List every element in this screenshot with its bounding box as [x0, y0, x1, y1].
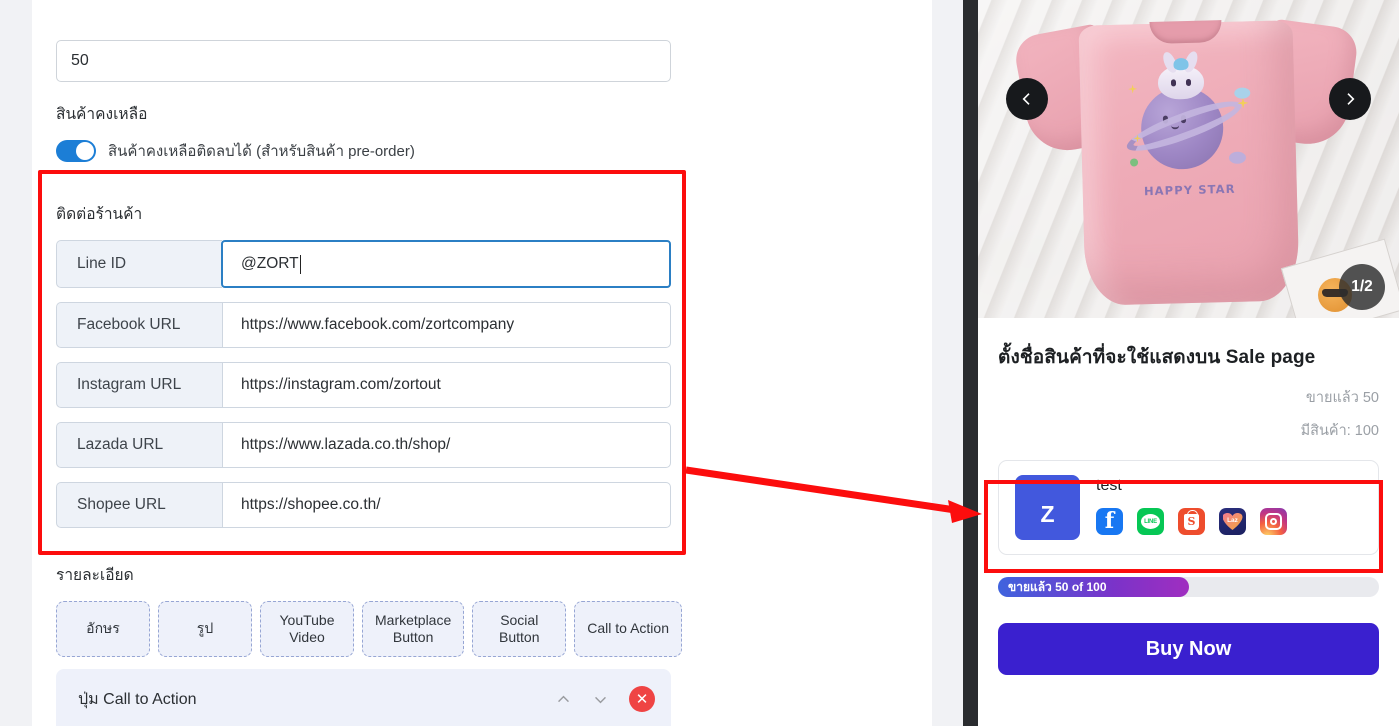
cloud-decor [1233, 87, 1250, 99]
preview-product-title: ตั้งชื่อสินค้าที่จะใช้แสดงบน Sale page [998, 347, 1316, 368]
bunny-icon [1157, 49, 1204, 100]
detail-block-chips: อักษร รูป YouTube Video Marketplace Butt… [56, 601, 908, 657]
contact-value-line-id: @ZORT [241, 255, 299, 272]
remove-block-button[interactable]: ✕ [629, 686, 655, 712]
carousel-next-button[interactable] [1329, 78, 1371, 120]
lazada-icon-label: Laz [1227, 517, 1238, 524]
shopee-icon[interactable]: S [1178, 508, 1205, 535]
chip-image-block-line1: รูป [196, 620, 214, 637]
contact-row-facebook-url[interactable]: Facebook URL https://www.facebook.com/zo… [56, 302, 671, 348]
bunny-bow [1172, 57, 1189, 71]
product-editor-pane: 50 สินค้าคงเหลือ สินค้าคงเหลือติดลบได้ (… [0, 0, 963, 726]
buy-now-button[interactable]: Buy Now [998, 623, 1379, 675]
store-logo: Z [1015, 475, 1080, 540]
lazada-icon[interactable]: Laz [1219, 508, 1246, 535]
progress-label: ขายแล้ว 50 of 100 [1008, 579, 1107, 594]
contact-label-shopee-url: Shopee URL [56, 482, 222, 528]
carousel-page-indicator: 1/2 [1339, 264, 1385, 310]
chip-call-to-action[interactable]: Call to Action [574, 601, 682, 657]
cta-block-panel: ปุ่ม Call to Action ✕ [56, 669, 671, 726]
chevron-up-icon[interactable] [555, 691, 572, 708]
small-planet-decor [1228, 151, 1246, 164]
cta-block-tools: ✕ [555, 686, 655, 712]
screenshot-root: 50 สินค้าคงเหลือ สินค้าคงเหลือติดลบได้ (… [0, 0, 1399, 726]
instagram-icon[interactable] [1260, 508, 1287, 535]
quantity-input[interactable]: 50 [56, 40, 671, 82]
carousel-prev-button[interactable] [1006, 78, 1048, 120]
contact-input-lazada-url[interactable]: https://www.lazada.co.th/shop/ [222, 422, 671, 468]
negative-stock-toggle-label: สินค้าคงเหลือติดลบได้ (สำหรับสินค้า pre-… [108, 143, 415, 160]
contact-section-title: ติดต่อร้านค้า [56, 206, 143, 223]
contact-row-line-id[interactable]: Line ID @ZORT [56, 240, 671, 288]
contact-label-facebook-url: Facebook URL [56, 302, 222, 348]
phone-frame: HAPPY STAR 1/2 ตั้งชื่อสินค้าที่จะใช้แสด… [978, 0, 1399, 726]
close-icon: ✕ [635, 690, 649, 708]
instagram-frame [1265, 513, 1282, 530]
contact-label-instagram-url: Instagram URL [56, 362, 222, 408]
chip-marketplace-button[interactable]: Marketplace Button [362, 601, 465, 657]
chevron-down-icon[interactable] [592, 691, 609, 708]
cta-block-title: ปุ่ม Call to Action [78, 690, 197, 708]
print-text: HAPPY STAR [1143, 181, 1236, 199]
contact-input-shopee-url[interactable]: https://shopee.co.th/ [222, 482, 671, 528]
store-details: test LINE S Laz [1096, 475, 1362, 535]
chip-call-to-action-line1: Call to Action [587, 620, 669, 637]
line-icon-label: LINE [1141, 514, 1160, 529]
bunny-eye-right [1185, 78, 1191, 87]
tshirt-print-graphic: HAPPY STAR [1121, 49, 1254, 198]
lazada-heart-shape: Laz [1223, 513, 1243, 530]
contact-input-facebook-url[interactable]: https://www.facebook.com/zortcompany [222, 302, 671, 348]
contact-label-lazada-url: Lazada URL [56, 422, 222, 468]
progress-fill: ขายแล้ว 50 of 100 [998, 577, 1189, 597]
chip-social-button[interactable]: Social Button [472, 601, 567, 657]
contact-row-shopee-url[interactable]: Shopee URL https://shopee.co.th/ [56, 482, 671, 528]
chip-youtube-video-line1: YouTube [279, 611, 335, 628]
text-caret [299, 254, 301, 274]
product-image-carousel: HAPPY STAR 1/2 [978, 0, 1399, 318]
preview-body: ตั้งชื่อสินค้าที่จะใช้แสดงบน Sale page ข… [978, 342, 1399, 675]
chevron-right-icon [1347, 93, 1355, 105]
negative-stock-toggle[interactable] [56, 140, 96, 162]
shopee-icon-label: S [1184, 509, 1199, 530]
facebook-icon[interactable] [1096, 508, 1123, 535]
contact-label-line-id: Line ID [56, 240, 222, 288]
bunny-eye-left [1170, 79, 1176, 87]
contact-input-instagram-url[interactable]: https://instagram.com/zortout [222, 362, 671, 408]
chip-marketplace-button-line1: Marketplace [375, 611, 452, 628]
line-icon[interactable]: LINE [1137, 508, 1164, 535]
contact-row-instagram-url[interactable]: Instagram URL https://instagram.com/zort… [56, 362, 671, 408]
negative-stock-toggle-row[interactable]: สินค้าคงเหลือติดลบได้ (สำหรับสินค้า pre-… [56, 139, 908, 163]
chip-youtube-video-line2: Video [289, 629, 325, 645]
sale-page-preview-pane: HAPPY STAR 1/2 ตั้งชื่อสินค้าที่จะใช้แสด… [963, 0, 1399, 726]
store-social-links: LINE S Laz [1096, 508, 1362, 535]
contact-shop-section: ติดต่อร้านค้า Line ID @ZORT Facebook URL… [56, 201, 908, 528]
store-name: test [1096, 477, 1122, 494]
preview-sold-count: ขายแล้ว 50 [1305, 390, 1379, 406]
dot-decor [1129, 158, 1138, 167]
stock-section-label: สินค้าคงเหลือ [56, 106, 148, 123]
sales-progress-bar: ขายแล้ว 50 of 100 [998, 577, 1379, 597]
chip-text-block[interactable]: อักษร [56, 601, 150, 657]
chip-image-block[interactable]: รูป [158, 601, 252, 657]
chevron-left-icon [1022, 93, 1030, 105]
details-section-title: รายละเอียด [56, 567, 134, 584]
instagram-lens [1270, 518, 1277, 525]
quantity-input-value: 50 [71, 52, 89, 69]
contact-row-lazada-url[interactable]: Lazada URL https://www.lazada.co.th/shop… [56, 422, 671, 468]
chip-text-block-line1: อักษร [86, 620, 120, 637]
preview-stock-count: มีสินค้า: 100 [1300, 423, 1379, 439]
chip-marketplace-button-line2: Button [392, 629, 434, 645]
chip-social-button-line1: Social [500, 611, 539, 628]
store-contact-card: Z test LINE S [998, 460, 1379, 555]
chip-youtube-video[interactable]: YouTube Video [260, 601, 354, 657]
chip-social-button-line2: Button [499, 629, 540, 645]
editor-card: 50 สินค้าคงเหลือ สินค้าคงเหลือติดลบได้ (… [32, 0, 932, 726]
star-sparkle-icon [1128, 84, 1137, 93]
contact-input-line-id[interactable]: @ZORT [221, 240, 671, 288]
